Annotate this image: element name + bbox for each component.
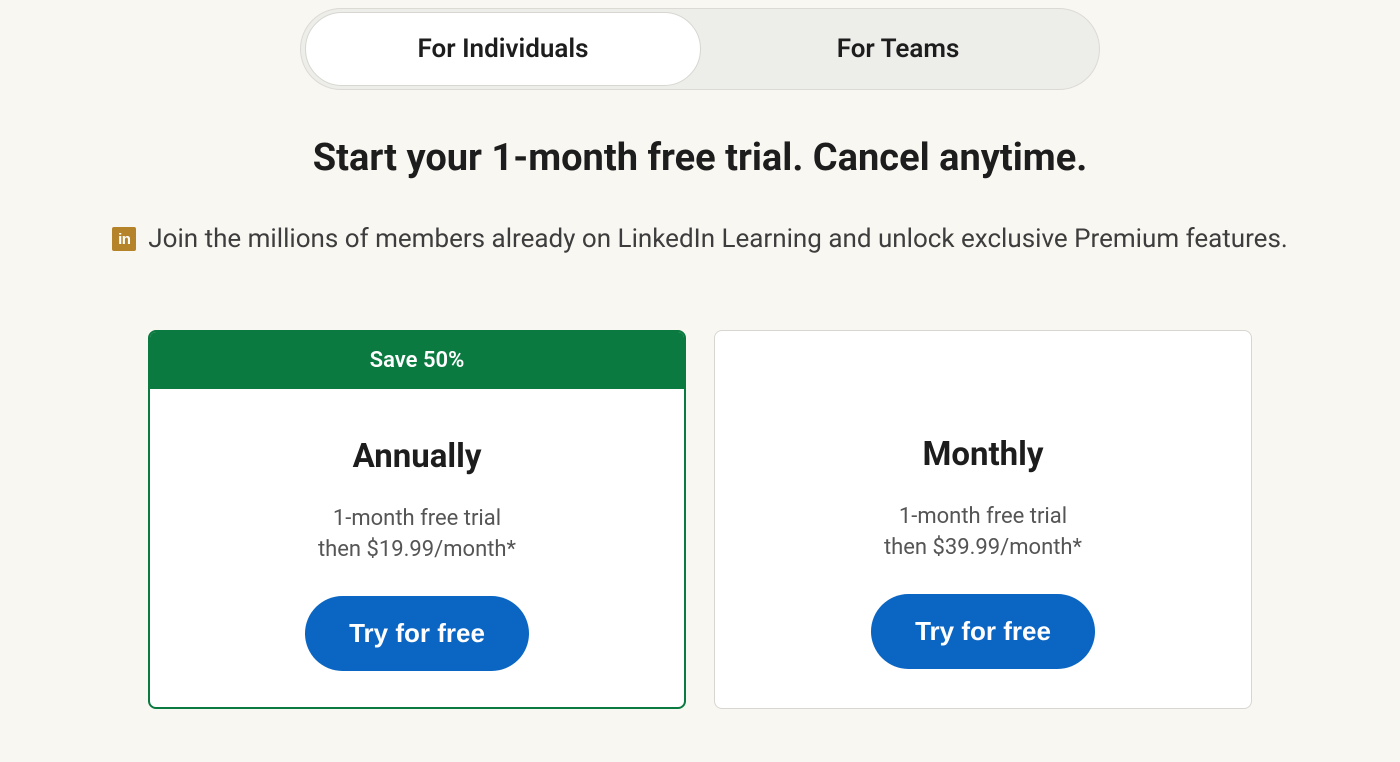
try-free-button-annual[interactable]: Try for free	[305, 596, 529, 671]
plan-card-monthly: Monthly 1-month free trial then $39.99/m…	[714, 330, 1252, 709]
page-headline: Start your 1-month free trial. Cancel an…	[313, 136, 1088, 180]
plan-trial-annual: 1-month free trial	[333, 506, 501, 531]
plan-title-annual: Annually	[353, 437, 482, 476]
plan-banner-annual: Save 50%	[150, 332, 684, 389]
tab-individuals[interactable]: For Individuals	[305, 12, 701, 86]
plan-title-monthly: Monthly	[922, 435, 1043, 474]
plan-body-annual: Annually 1-month free trial then $19.99/…	[150, 389, 684, 707]
try-free-button-monthly[interactable]: Try for free	[871, 594, 1095, 669]
tab-switcher: For Individuals For Teams	[300, 8, 1100, 90]
plan-banner-spacer	[715, 331, 1251, 387]
plan-card-annual: Save 50% Annually 1-month free trial the…	[148, 330, 686, 709]
linkedin-icon: in	[112, 227, 136, 251]
tab-teams[interactable]: For Teams	[701, 12, 1095, 86]
plan-trial-monthly: 1-month free trial	[899, 504, 1067, 529]
plan-body-monthly: Monthly 1-month free trial then $39.99/m…	[715, 387, 1251, 705]
subtext: Join the millions of members already on …	[148, 224, 1287, 254]
plan-price-annual: then $19.99/month*	[318, 537, 516, 562]
plan-price-monthly: then $39.99/month*	[884, 535, 1082, 560]
plans-row: Save 50% Annually 1-month free trial the…	[148, 330, 1252, 709]
subtext-row: in Join the millions of members already …	[112, 224, 1287, 254]
